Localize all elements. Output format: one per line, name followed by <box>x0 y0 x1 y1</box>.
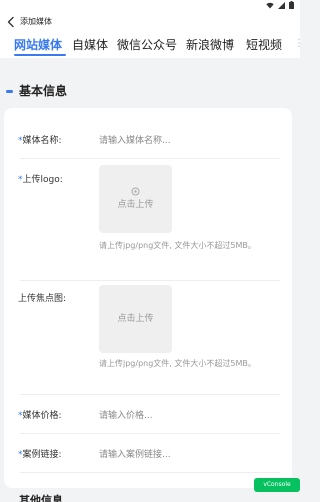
upload-icon <box>131 187 140 196</box>
focus-image-label: 上传焦点图: <box>18 294 67 304</box>
case-link-input[interactable]: 请输入案例链接... <box>99 449 171 461</box>
media-price-input[interactable]: 请输入价格... <box>99 410 153 422</box>
add-media-page: 添加媒体 网站媒体 自媒体 微信公众号 新浪微博 短视频 ⋮ 基本信息 *媒体名… <box>0 0 300 502</box>
section-marker-icon <box>6 90 13 93</box>
more-tabs-icon[interactable]: ⋮ <box>294 38 300 52</box>
back-arrow-icon[interactable] <box>6 16 16 28</box>
section-title: 基本信息 <box>19 84 68 98</box>
wifi-icon <box>266 2 274 8</box>
tab-wechat-official[interactable]: 微信公众号 <box>117 38 177 53</box>
case-link-label: *案例链接: <box>18 450 62 460</box>
media-price-label: *媒体价格: <box>18 411 62 421</box>
media-name-input[interactable]: 请输入媒体名称... <box>99 135 171 147</box>
media-name-label: *媒体名称: <box>18 136 62 146</box>
divider <box>20 472 280 473</box>
status-bar <box>0 0 300 10</box>
divider <box>20 394 280 395</box>
signal-icon <box>278 1 285 9</box>
basic-info-header: 基本信息 <box>0 78 300 106</box>
other-info-section-title: 其他信息 <box>19 494 63 502</box>
tab-self-media[interactable]: 自媒体 <box>72 38 108 53</box>
vconsole-button[interactable]: vConsole <box>254 478 300 492</box>
basic-info-card: *媒体名称: 请输入媒体名称... *上传logo: 点击上传 请上传jpg/p… <box>4 108 292 488</box>
divider <box>20 280 280 281</box>
page-title: 添加媒体 <box>20 17 52 26</box>
focus-image-upload-button[interactable]: 点击上传 <box>99 285 172 353</box>
media-type-tabs: 网站媒体 自媒体 微信公众号 新浪微博 短视频 ⋮ <box>0 34 300 58</box>
active-tab-indicator <box>14 54 66 56</box>
logo-label: *上传logo: <box>18 175 63 185</box>
divider <box>20 158 280 159</box>
tab-sina-weibo[interactable]: 新浪微博 <box>186 38 234 53</box>
tab-short-video[interactable]: 短视频 <box>246 38 282 53</box>
logo-upload-hint: 请上传jpg/png文件, 文件大小不超过5MB。 <box>99 241 256 250</box>
nav-bar: 添加媒体 <box>0 10 300 34</box>
tab-website-media[interactable]: 网站媒体 <box>14 38 62 53</box>
upload-label: 点击上传 <box>117 200 154 210</box>
logo-upload-button[interactable]: 点击上传 <box>99 165 172 233</box>
divider <box>20 433 280 434</box>
focus-image-upload-hint: 请上传jpg/png文件, 文件大小不超过5MB。 <box>99 359 256 368</box>
battery-icon <box>289 1 294 9</box>
upload-label: 点击上传 <box>117 314 154 324</box>
status-icons <box>266 0 294 10</box>
